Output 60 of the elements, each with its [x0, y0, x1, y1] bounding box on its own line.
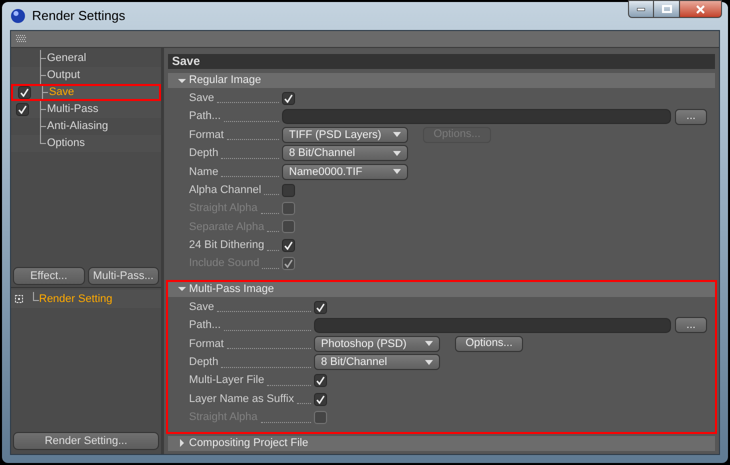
check-icon [284, 94, 293, 103]
setting-label: 24 Bit Dithering [189, 238, 264, 254]
window-title: Render Settings [32, 7, 126, 26]
sidebar-item[interactable]: General [47, 50, 86, 67]
setting-label: Depth [189, 355, 218, 370]
section-header[interactable]: Compositing Project File [168, 436, 715, 451]
target-icon [15, 295, 23, 303]
maximize-icon [662, 5, 672, 13]
panel-title-bar: Save [168, 54, 715, 69]
options-button[interactable]: Options... [455, 336, 523, 352]
add-button[interactable]: Effect... [13, 267, 84, 285]
checkbox[interactable] [16, 103, 28, 116]
render-setting-button[interactable]: Render Setting... [13, 432, 159, 450]
dropdown-arrow-icon [425, 360, 433, 365]
dropdown-arrow-icon [425, 341, 433, 346]
sidebar-item[interactable]: Save [49, 84, 74, 101]
setting-label: Layer Name as Suffix [189, 392, 294, 407]
browse-button[interactable]: ... [675, 317, 707, 334]
setting-label: Format [189, 336, 224, 352]
minimize-button[interactable] [628, 0, 654, 18]
browse-button[interactable]: ... [675, 108, 707, 125]
setting-label: Save [189, 90, 214, 106]
setting-label: Depth [189, 146, 218, 162]
add-button[interactable]: Multi-Pass... [88, 267, 159, 285]
setting-label: Path... [189, 318, 221, 334]
dropdown[interactable]: TIFF (PSD Layers) [282, 126, 408, 143]
sidebar-item[interactable]: Anti-Aliasing [47, 118, 108, 135]
checkbox[interactable] [314, 374, 327, 388]
setting-label: Format [189, 128, 224, 143]
dropdown[interactable]: 8 Bit/Channel [314, 354, 440, 370]
setting-label: Name [189, 164, 218, 180]
expanded-triangle-icon[interactable] [178, 285, 186, 294]
checkbox[interactable] [314, 300, 327, 314]
checkbox[interactable] [18, 86, 30, 99]
maximize-button[interactable] [654, 0, 680, 18]
close-button[interactable] [680, 0, 722, 18]
path-field[interactable] [314, 318, 671, 333]
close-icon [696, 4, 705, 14]
minimize-icon [637, 8, 645, 10]
section-header[interactable]: Regular Image [168, 73, 715, 88]
path-field[interactable] [282, 109, 671, 124]
setting-label: Multi-Layer File [189, 373, 264, 388]
checkbox[interactable] [282, 238, 295, 252]
checkbox[interactable] [282, 184, 295, 197]
dropdown-arrow-icon [393, 150, 401, 156]
dropdown[interactable]: Photoshop (PSD) [314, 336, 440, 352]
collapsed-triangle-icon[interactable] [178, 439, 186, 448]
dropdown-arrow-icon [393, 169, 401, 174]
app-logo-icon [10, 8, 26, 24]
setting-label: Save [189, 300, 214, 315]
check-icon [316, 302, 325, 312]
expanded-triangle-icon[interactable] [178, 76, 186, 84]
dropdown-arrow-icon [393, 132, 401, 138]
dropdown[interactable]: Name0000.TIF [282, 164, 408, 180]
checkbox[interactable] [314, 392, 327, 406]
setting-label: Alpha Channel [189, 182, 262, 198]
dropdown[interactable]: 8 Bit/Channel [282, 145, 408, 162]
section-header[interactable]: Multi-Pass Image [168, 282, 715, 297]
checkbox[interactable] [282, 92, 295, 105]
setting-label: Path... [189, 109, 221, 124]
